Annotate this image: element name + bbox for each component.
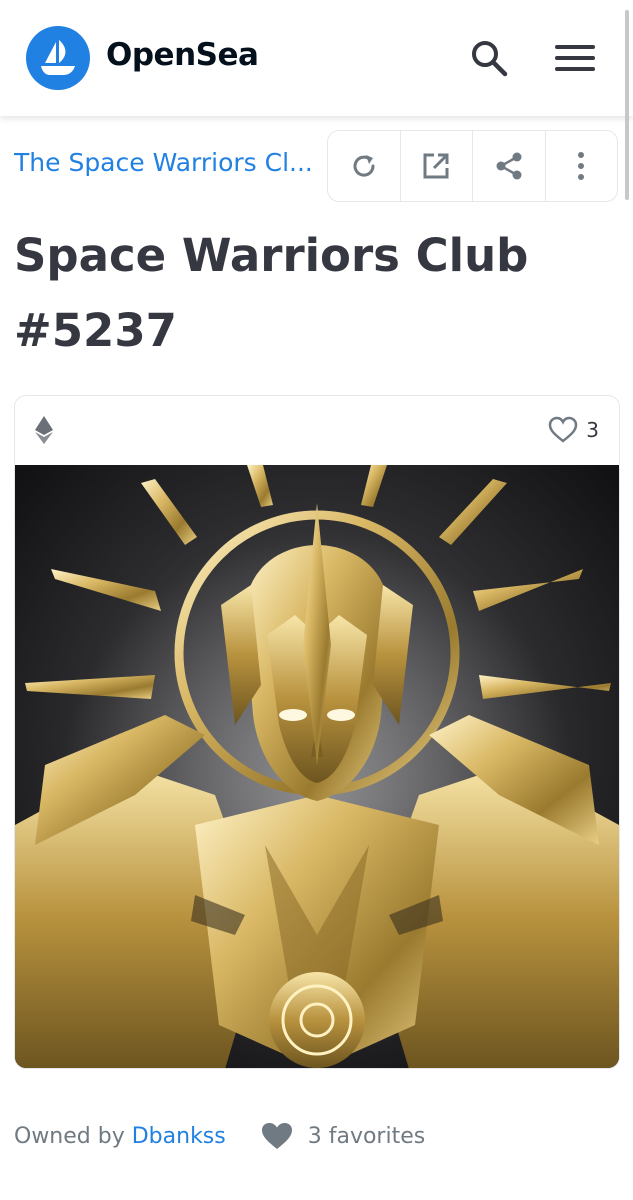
collection-link[interactable]: The Space Warriors Cl... [14,148,320,177]
favorites-count-text[interactable]: 3 favorites [308,1124,425,1149]
more-vertical-icon [578,152,585,180]
item-actions-toolbar [327,130,618,202]
owner-link[interactable]: Dbankss [132,1124,226,1149]
owner-info-row: Owned by Dbankss 3 favorites [14,1118,425,1154]
refresh-button[interactable] [328,131,401,201]
search-icon [472,41,508,77]
opensea-boat-icon [41,40,75,75]
external-link-icon [423,153,449,179]
share-icon [496,152,522,180]
refresh-icon [353,155,375,177]
nft-item-page: OpenSea The Space Warriors Cl... Space W… [0,0,633,1200]
search-button[interactable] [466,35,512,81]
item-title: Space Warriors Club #5237 [14,229,529,357]
card-header: 3 [15,396,619,465]
top-navbar: OpenSea [0,0,633,116]
nft-image[interactable] [15,465,619,1069]
hamburger-menu-icon [555,45,595,71]
favorite-toggle[interactable]: 3 [548,416,599,444]
more-options-button[interactable] [546,131,618,201]
owned-by-label: Owned by [14,1123,125,1149]
favorite-count: 3 [586,418,599,442]
nft-media-card: 3 [14,395,620,1069]
heart-filled-icon [260,1121,294,1151]
heart-outline-icon [549,416,578,443]
open-external-button[interactable] [401,131,473,201]
share-button[interactable] [473,131,546,201]
menu-button[interactable] [552,35,598,81]
ethereum-icon [35,416,53,448]
opensea-logo[interactable] [26,26,90,90]
scrollbar-thumb[interactable] [625,10,629,200]
brand-name[interactable]: OpenSea [106,37,259,73]
